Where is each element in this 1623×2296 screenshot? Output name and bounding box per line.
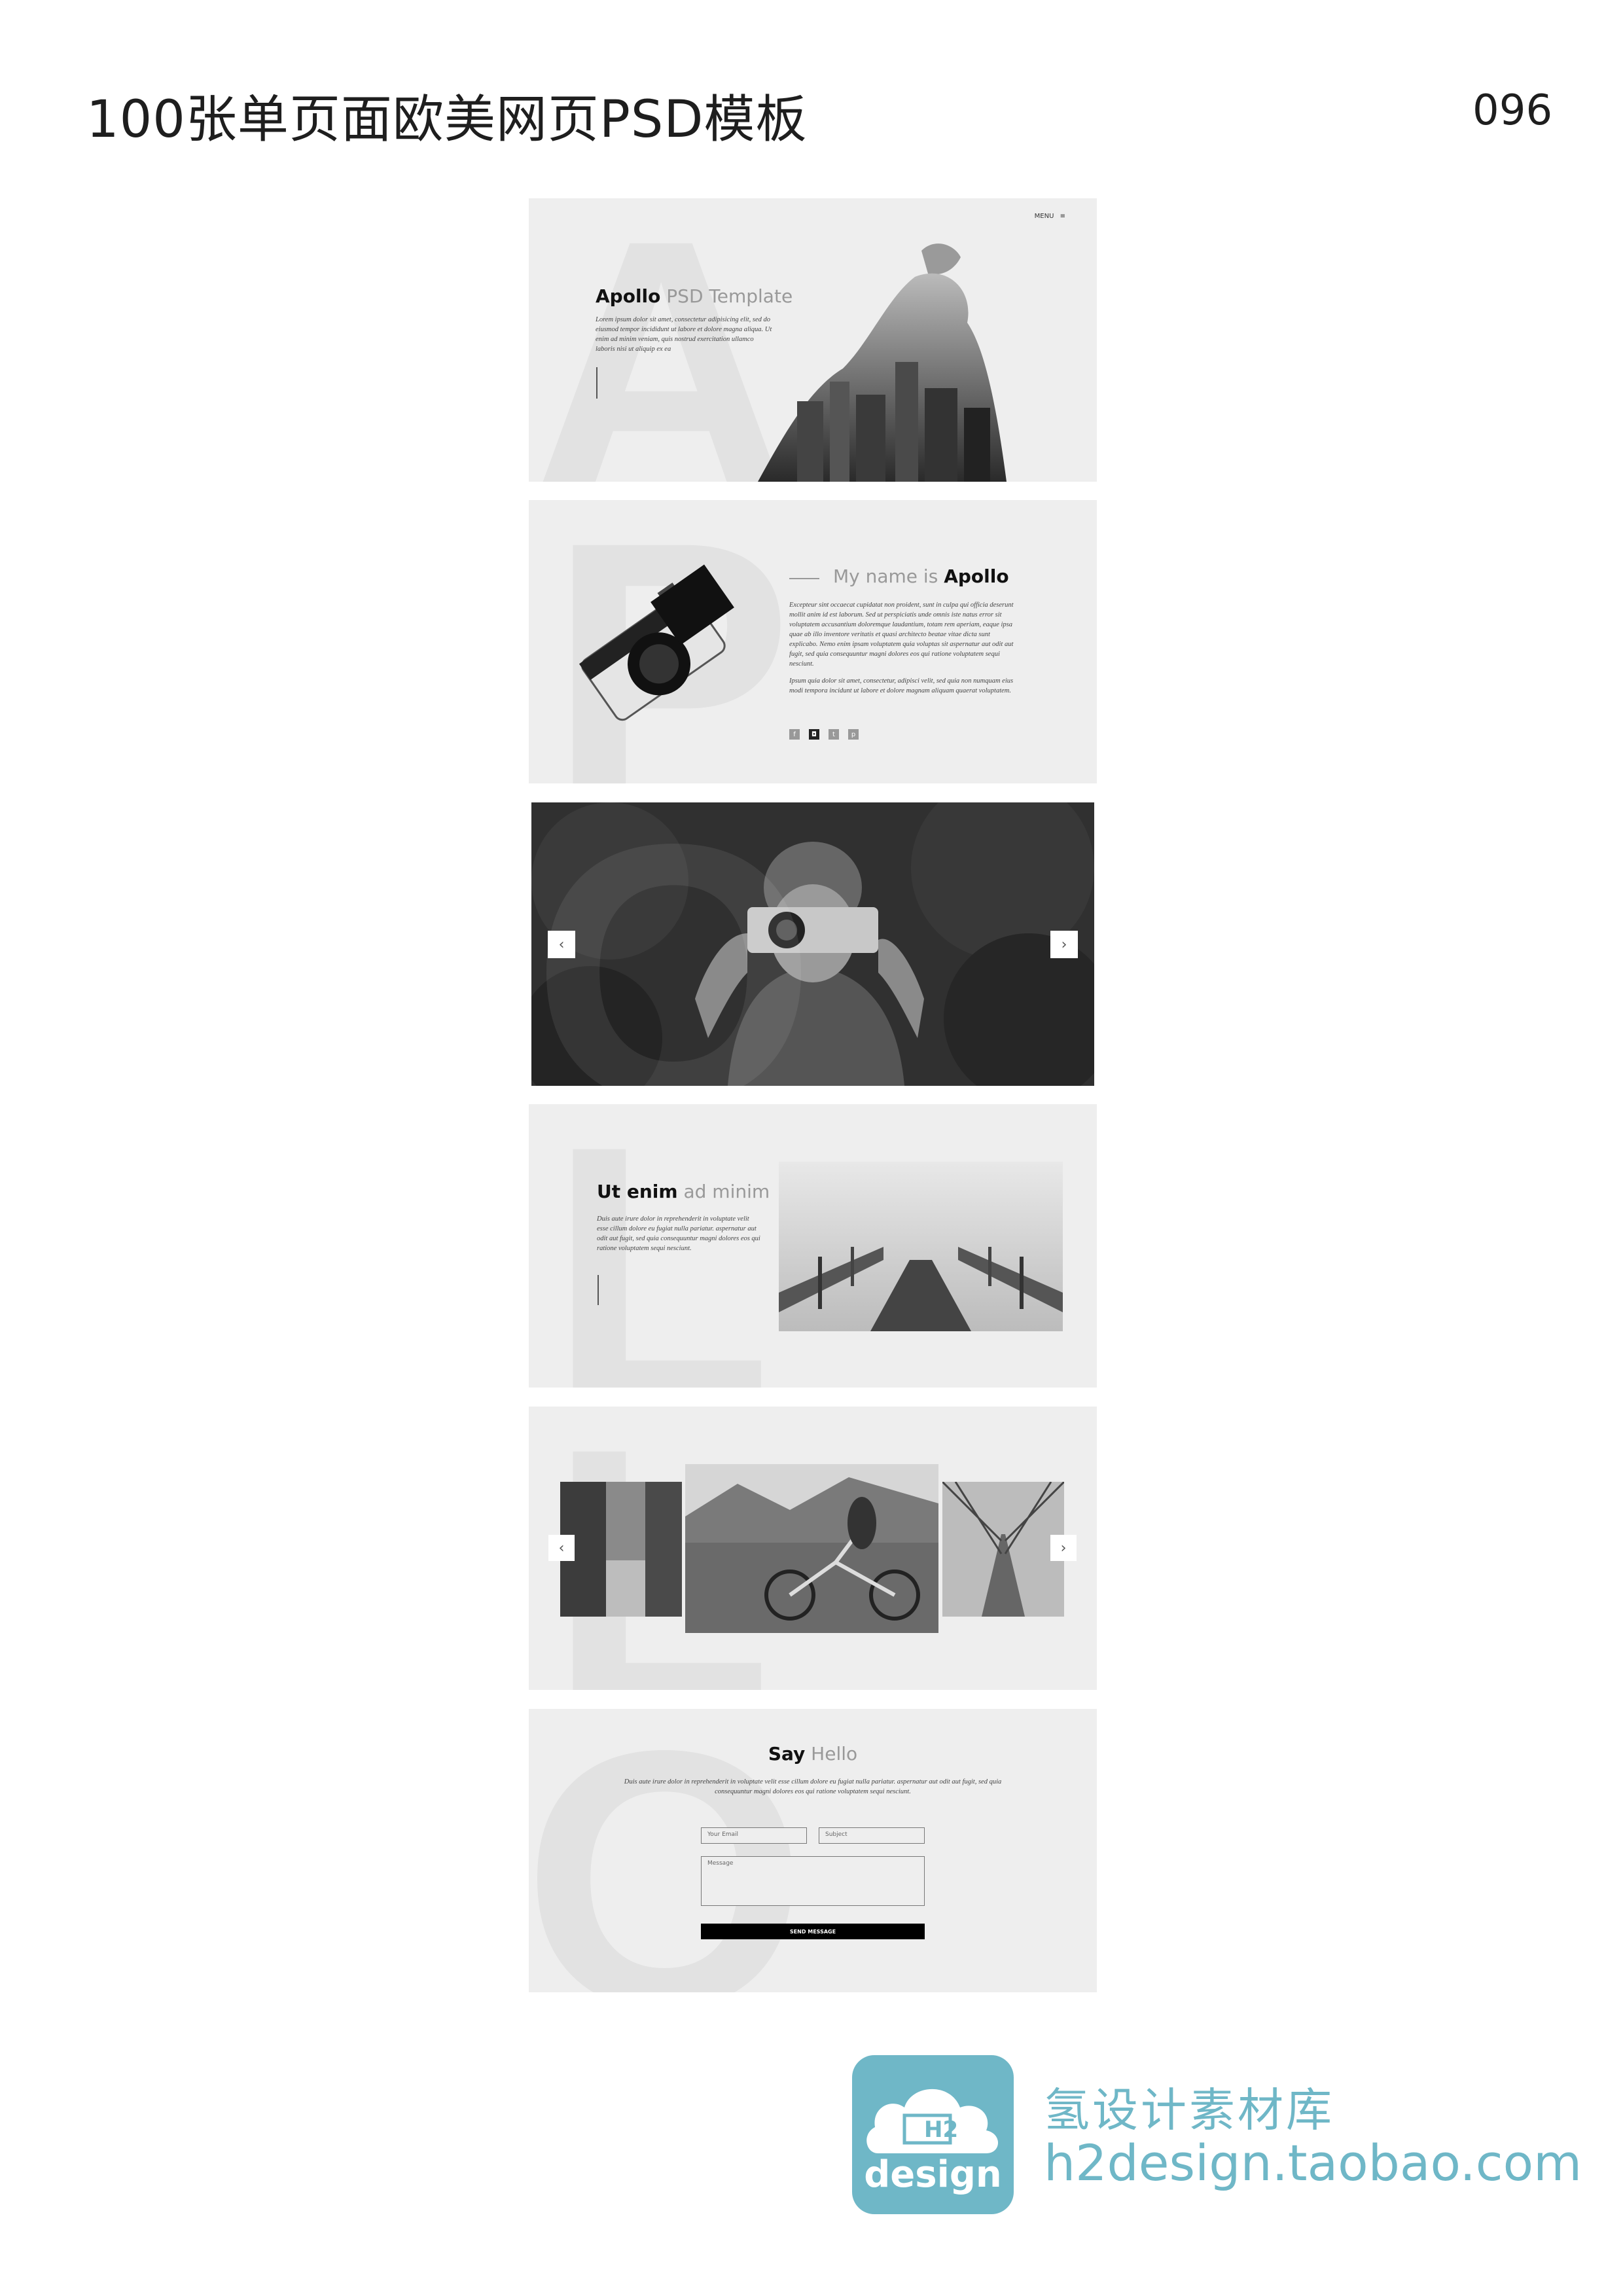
gallery-prev-button[interactable]: ‹ (548, 1535, 575, 1561)
menu-label: MENU (1034, 213, 1054, 220)
brand-name: 氢设计素材库 (1044, 2083, 1334, 2137)
chevron-right-icon: › (1061, 936, 1067, 953)
gallery-section: L ‹ › (529, 1407, 1097, 1690)
logo-mark: H2 (924, 2117, 959, 2143)
email-field[interactable]: Your Email (701, 1827, 807, 1844)
about-text-1: Excepteur sint occaecat cupidatat non pr… (789, 601, 1014, 668)
menu-button[interactable]: MENU ≡ (1035, 213, 1065, 220)
feature-text: Duis aute irure dolor in reprehenderit i… (597, 1215, 760, 1252)
page-title: 100张单页面欧美网页PSD模板 (86, 90, 808, 149)
gallery-next-button[interactable]: › (1050, 1535, 1077, 1561)
message-field[interactable]: Message (701, 1856, 925, 1906)
hero-double-exposure-image (758, 238, 1007, 482)
feature-section: L Ut enim ad minim Duis aute irure dolor… (529, 1104, 1097, 1388)
gallery-bridge-image (942, 1482, 1064, 1617)
subject-field[interactable]: Subject (819, 1827, 925, 1844)
slider-prev-button[interactable]: ‹ (548, 931, 575, 958)
foggy-pier-image (779, 1162, 1063, 1331)
twitter-icon[interactable]: t (829, 729, 839, 740)
chevron-right-icon: › (1060, 1539, 1067, 1556)
camera-image (555, 539, 751, 749)
chevron-left-icon: ‹ (558, 936, 565, 953)
slider-section: O ‹ › (531, 802, 1094, 1086)
send-message-button[interactable]: SEND MESSAGE (701, 1924, 925, 1939)
about-title-rule (789, 578, 819, 579)
about-section: P My name is Apollo Excepteur sint occae… (529, 500, 1097, 783)
contact-section: O Say Hello Duis aute irure dolor in rep… (529, 1709, 1097, 1992)
brand-url[interactable]: h2design.taobao.com (1044, 2134, 1582, 2192)
chevron-left-icon: ‹ (558, 1539, 565, 1556)
page-number: 096 (1472, 86, 1553, 135)
about-title: My name is Apollo (833, 565, 1009, 587)
hamburger-icon: ≡ (1060, 213, 1065, 220)
feature-title: Ut enim ad minim (597, 1181, 770, 1202)
logo-text: design (864, 2153, 1002, 2196)
facebook-icon[interactable]: f (789, 729, 800, 740)
instagram-icon[interactable]: ◘ (809, 729, 819, 740)
contact-text: Duis aute irure dolor in reprehenderit i… (624, 1778, 1002, 1795)
gallery-bicycle-image (685, 1464, 938, 1633)
hero-divider (596, 367, 597, 399)
pinterest-icon[interactable]: p (848, 729, 859, 740)
slider-next-button[interactable]: › (1050, 931, 1078, 958)
contact-title: Say Hello (768, 1743, 858, 1765)
hero-text: Lorem ipsum dolor sit amet, consectetur … (596, 316, 772, 353)
hero-section: A MENU ≡ Apollo PSD Template Lorem ipsum… (529, 198, 1097, 482)
about-text-2: Ipsum quia dolor sit amet, consectetur, … (789, 677, 1014, 694)
h2design-logo: H2 design (852, 2055, 1014, 2214)
gallery-canal-image (560, 1482, 682, 1617)
feature-divider (597, 1275, 599, 1305)
